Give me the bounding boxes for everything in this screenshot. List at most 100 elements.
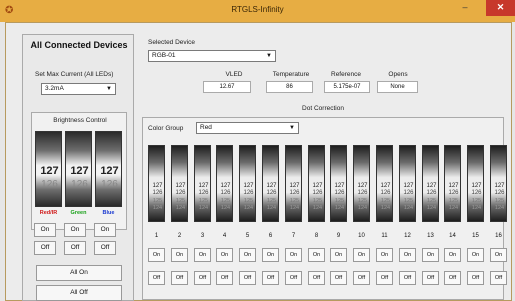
dot-correction-wheel-14[interactable]: 127 126 125 124 — [444, 145, 461, 222]
column-number-1: 1 — [154, 233, 159, 239]
channel-on-button-8[interactable]: On — [308, 248, 325, 262]
wheel-value: 126 — [220, 190, 231, 196]
wheel-value: 127 — [380, 183, 391, 189]
dot-correction-wheel-4[interactable]: 127 126 125 124 — [216, 145, 233, 222]
opens-label: Opens — [388, 71, 408, 78]
selected-device-label: Selected Device — [148, 39, 195, 46]
channel-off-button-6[interactable]: Off — [262, 271, 279, 285]
all-off-button[interactable]: All Off — [36, 285, 122, 301]
column-number-13: 13 — [427, 233, 434, 239]
brightness-value-red: 127 — [40, 165, 59, 177]
channel-off-button-16[interactable]: Off — [490, 271, 507, 285]
channel-on-button-11[interactable]: On — [376, 248, 393, 262]
channel-on-button-1[interactable]: On — [148, 248, 165, 262]
channel-off-button-11[interactable]: Off — [376, 271, 393, 285]
blue-off-button[interactable]: Off — [94, 241, 116, 255]
selected-device-dropdown[interactable]: RGB-01 ▼ — [148, 50, 276, 62]
dot-correction-wheel-9[interactable]: 127 126 125 124 — [330, 145, 347, 222]
wheel-value: 127 — [334, 183, 345, 189]
brightness-wheel-green[interactable]: 127 126 — [65, 131, 92, 207]
wheel-value: 124 — [289, 205, 300, 211]
color-group-dropdown[interactable]: Red ▼ — [196, 122, 299, 134]
channel-off-button-12[interactable]: Off — [399, 271, 416, 285]
channel-on-button-3[interactable]: On — [194, 248, 211, 262]
minimize-button[interactable]: ‒ — [452, 0, 478, 16]
dot-correction-wheel-16[interactable]: 127 126 125 124 — [490, 145, 507, 222]
wheel-value: 124 — [266, 205, 277, 211]
channel-off-button-1[interactable]: Off — [148, 271, 165, 285]
all-on-button[interactable]: All On — [36, 265, 122, 281]
brightness-wheel-red[interactable]: 127 126 — [35, 131, 62, 207]
channel-label-green: Green — [70, 210, 87, 216]
dot-correction-wheel-12[interactable]: 127 126 125 124 — [399, 145, 416, 222]
channel-on-button-2[interactable]: On — [171, 248, 188, 262]
red-on-button[interactable]: On — [34, 223, 56, 237]
chevron-down-icon: ▼ — [266, 53, 272, 59]
wheel-value: 126 — [289, 190, 300, 196]
chevron-down-icon: ▼ — [289, 125, 295, 131]
dot-correction-wheel-7[interactable]: 127 126 125 124 — [285, 145, 302, 222]
channel-on-button-12[interactable]: On — [399, 248, 416, 262]
blue-on-button[interactable]: On — [94, 223, 116, 237]
channel-on-button-6[interactable]: On — [262, 248, 279, 262]
channel-on-button-7[interactable]: On — [285, 248, 302, 262]
red-off-button[interactable]: Off — [34, 241, 56, 255]
dot-correction-wheel-15[interactable]: 127 126 125 124 — [467, 145, 484, 222]
wheel-value: 127 — [243, 183, 254, 189]
wheel-value: 125 — [471, 198, 482, 204]
channel-on-button-15[interactable]: On — [467, 248, 484, 262]
wheel-value: 124 — [448, 205, 459, 211]
channel-off-button-9[interactable]: Off — [330, 271, 347, 285]
channel-on-button-5[interactable]: On — [239, 248, 256, 262]
dot-correction-wheel-2[interactable]: 127 126 125 124 — [171, 145, 188, 222]
dot-correction-wheel-8[interactable]: 127 126 125 124 — [308, 145, 325, 222]
max-current-dropdown[interactable]: 3.2mA ▼ — [41, 83, 116, 95]
channel-off-button-15[interactable]: Off — [467, 271, 484, 285]
channel-on-button-10[interactable]: On — [353, 248, 370, 262]
wheel-value: 125 — [494, 198, 505, 204]
wheel-value: 125 — [220, 198, 231, 204]
wheel-value: 124 — [175, 205, 186, 211]
green-off-button[interactable]: Off — [64, 241, 86, 255]
temperature-label: Temperature — [272, 71, 310, 78]
channel-off-button-2[interactable]: Off — [171, 271, 188, 285]
wheel-value: 124 — [220, 205, 231, 211]
channel-off-button-7[interactable]: Off — [285, 271, 302, 285]
channel-off-button-5[interactable]: Off — [239, 271, 256, 285]
dot-correction-wheel-3[interactable]: 127 126 125 124 — [194, 145, 211, 222]
column-number-3: 3 — [200, 233, 205, 239]
wheel-value: 125 — [334, 198, 345, 204]
channel-off-button-14[interactable]: Off — [444, 271, 461, 285]
channel-off-button-3[interactable]: Off — [194, 271, 211, 285]
wheel-value: 124 — [312, 205, 323, 211]
wheel-value: 127 — [471, 183, 482, 189]
close-button[interactable]: ✕ — [486, 0, 515, 16]
channel-on-button-4[interactable]: On — [216, 248, 233, 262]
wheel-value: 124 — [357, 205, 368, 211]
dot-correction-wheel-5[interactable]: 127 126 125 124 — [239, 145, 256, 222]
channel-on-button-14[interactable]: On — [444, 248, 461, 262]
dot-correction-wheel-11[interactable]: 127 126 125 124 — [376, 145, 393, 222]
brightness-next-blue: 126 — [101, 179, 118, 190]
brightness-wheel-blue[interactable]: 127 126 — [95, 131, 122, 207]
reference-field: 5.175e-07 — [324, 81, 370, 93]
wheel-value: 126 — [357, 190, 368, 196]
dot-correction-wheel-6[interactable]: 127 126 125 124 — [262, 145, 279, 222]
wheel-value: 126 — [380, 190, 391, 196]
wheel-value: 126 — [152, 190, 163, 196]
column-number-11: 11 — [381, 233, 388, 239]
all-devices-panel: All Connected Devices Set Max Current (A… — [22, 34, 134, 301]
channel-off-button-8[interactable]: Off — [308, 271, 325, 285]
channel-on-button-9[interactable]: On — [330, 248, 347, 262]
channel-off-button-13[interactable]: Off — [422, 271, 439, 285]
channel-off-button-4[interactable]: Off — [216, 271, 233, 285]
dot-correction-wheel-10[interactable]: 127 126 125 124 — [353, 145, 370, 222]
channel-on-button-16[interactable]: On — [490, 248, 507, 262]
dot-correction-wheel-13[interactable]: 127 126 125 124 — [422, 145, 439, 222]
dot-correction-wheel-1[interactable]: 127 126 125 124 — [148, 145, 165, 222]
column-number-15: 15 — [472, 233, 479, 239]
channel-off-button-10[interactable]: Off — [353, 271, 370, 285]
green-on-button[interactable]: On — [64, 223, 86, 237]
channel-on-button-13[interactable]: On — [422, 248, 439, 262]
wheel-value: 127 — [198, 183, 209, 189]
